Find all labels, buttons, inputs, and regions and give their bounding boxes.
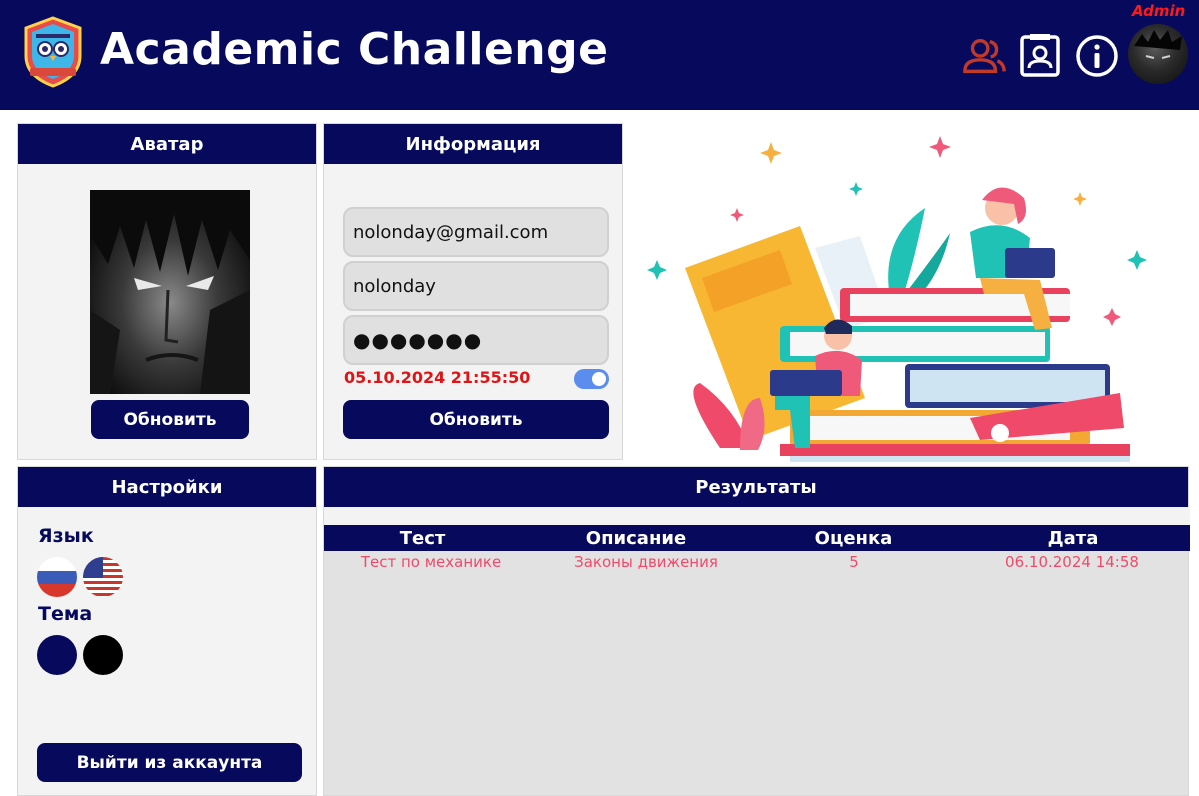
theme-black-option[interactable] — [83, 635, 123, 675]
owl-logo-icon — [22, 16, 84, 88]
theme-label: Тема — [38, 603, 93, 625]
col-grade[interactable]: Оценка — [751, 528, 956, 549]
language-label: Язык — [38, 525, 94, 547]
user-avatar[interactable] — [1128, 24, 1188, 84]
last-login-timestamp: 05.10.2024 21:55:50 — [344, 368, 531, 387]
col-date[interactable]: Дата — [956, 528, 1190, 549]
profile-avatar-image — [90, 190, 250, 394]
profile-card-icon[interactable] — [1017, 33, 1063, 79]
logout-button[interactable]: Выйти из аккаунта — [37, 743, 302, 782]
info-panel: Информация ●●●●●●● 05.10.2024 21:55:50 О… — [323, 123, 623, 460]
study-illustration — [640, 128, 1160, 463]
col-description[interactable]: Описание — [521, 528, 751, 549]
theme-navy-option[interactable] — [37, 635, 77, 675]
toggle-knob — [592, 372, 606, 386]
avatar-update-button[interactable]: Обновить — [91, 400, 249, 439]
results-table: Тест Описание Оценка Дата Тест по механи… — [324, 525, 1190, 573]
results-panel: Результаты Тест Описание Оценка Дата Тес… — [323, 466, 1190, 796]
results-table-header: Тест Описание Оценка Дата — [324, 525, 1190, 551]
users-icon[interactable] — [961, 33, 1007, 79]
avatar-panel: Аватар Обновить — [17, 123, 317, 460]
ru-flag-icon[interactable] — [37, 557, 77, 597]
results-panel-title: Результаты — [324, 467, 1188, 507]
cell-grade: 5 — [849, 553, 859, 571]
info-icon[interactable] — [1074, 33, 1120, 79]
us-flag-icon[interactable] — [83, 557, 123, 597]
cell-date: 06.10.2024 14:58 — [1005, 553, 1139, 571]
results-spacer — [324, 507, 1190, 525]
role-label: Admin — [1132, 2, 1186, 20]
settings-panel-title: Настройки — [18, 467, 316, 507]
info-panel-title: Информация — [324, 124, 622, 164]
top-bar: Academic Challenge Admin — [0, 0, 1199, 110]
email-field[interactable] — [343, 207, 609, 257]
app-title: Academic Challenge — [100, 24, 609, 75]
username-field[interactable] — [343, 261, 609, 311]
password-visibility-toggle[interactable] — [574, 369, 609, 389]
avatar-panel-title: Аватар — [18, 124, 316, 164]
password-field[interactable]: ●●●●●●● — [343, 315, 609, 365]
cell-test: Тест по механике — [360, 553, 502, 571]
table-row[interactable]: Тест по механике Законы движения 5 06.10… — [324, 551, 1190, 573]
col-test[interactable]: Тест — [324, 528, 521, 549]
info-update-button[interactable]: Обновить — [343, 400, 609, 439]
cell-description: Законы движения — [574, 553, 718, 571]
settings-panel: Настройки Язык Тема Выйти из аккаунта — [17, 466, 317, 796]
